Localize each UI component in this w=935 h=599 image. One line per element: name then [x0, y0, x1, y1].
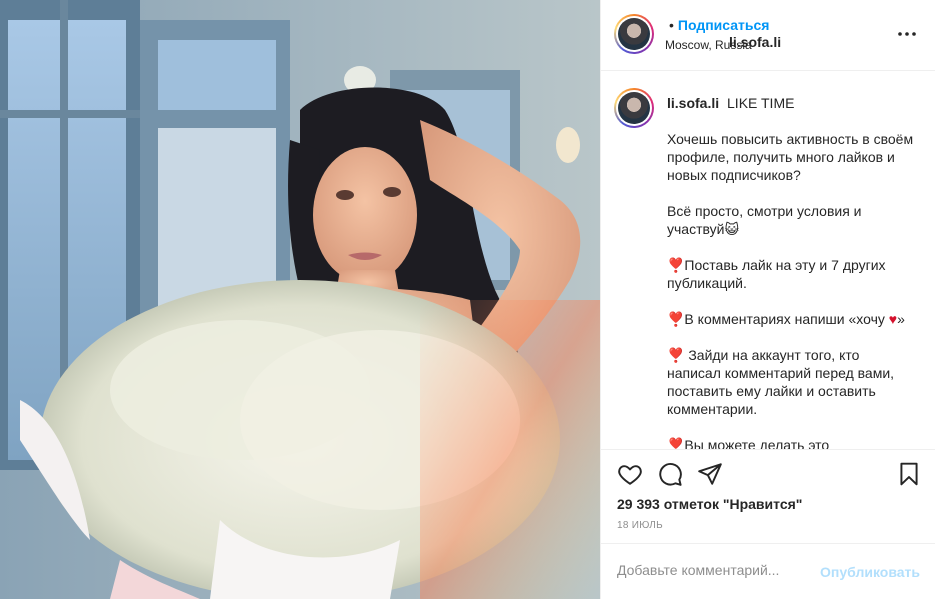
caption-section: li.sofa.li LIKE TIME Хочешь повысить акт… [601, 72, 935, 450]
publish-button[interactable]: Опубликовать [820, 564, 920, 580]
photo-illustration [0, 0, 600, 599]
caption-title-line: li.sofa.li LIKE TIME [667, 94, 917, 112]
caption-paragraph-text: ❣️В комментариях напиши «хочу [667, 311, 889, 327]
post-header: li.sofa.li • Подписаться Moscow, Russia [601, 0, 935, 71]
post-side-panel: li.sofa.li • Подписаться Moscow, Russia li… [600, 0, 935, 599]
comment-icon[interactable] [657, 461, 683, 487]
follow-button[interactable]: Подписаться [678, 17, 770, 33]
location-link[interactable]: Moscow, Russia [665, 38, 752, 52]
caption-paragraph: Всё просто, смотри условия и участвуй😺 [667, 203, 862, 237]
caption-text: li.sofa.li LIKE TIME Хочешь повысить акт… [667, 94, 917, 450]
likes-count[interactable]: 29 393 отметок "Нравится" [617, 496, 802, 512]
paper-plane-icon[interactable] [697, 461, 723, 487]
caption-username[interactable]: li.sofa.li [667, 95, 719, 111]
comment-form: Опубликовать [601, 543, 935, 599]
post-photo[interactable] [0, 0, 600, 599]
caption-paragraph: ❣️Поставь лайк на эту и 7 других публика… [667, 257, 886, 291]
caption-paragraph: Хочешь повысить активность в своём профи… [667, 131, 914, 183]
more-options-icon[interactable] [895, 22, 919, 50]
caption-quote-close: » [897, 311, 905, 327]
red-heart-icon: ♥ [888, 311, 898, 327]
heart-outline-icon[interactable] [617, 461, 643, 487]
header-avatar[interactable] [614, 14, 654, 54]
comment-input[interactable] [617, 562, 817, 578]
avatar-image [618, 18, 650, 50]
separator-dot: • [669, 17, 674, 33]
caption-paragraph-heart: ❣️В комментариях напиши «хочу ♥» [667, 310, 917, 328]
caption-paragraph: ❣️ Зайди на аккаунт того, кто написал ко… [667, 347, 895, 417]
caption-paragraph: ❣️Вы можете делать это [667, 437, 830, 450]
caption-avatar[interactable] [614, 88, 654, 128]
bookmark-icon[interactable] [896, 461, 922, 487]
avatar-image [618, 92, 650, 124]
post-date[interactable]: 18 ИЮЛЬ [617, 520, 663, 531]
header-user-line: li.sofa.li • Подписаться [665, 17, 781, 50]
caption-title: LIKE TIME [727, 95, 795, 111]
action-bar [601, 455, 935, 495]
